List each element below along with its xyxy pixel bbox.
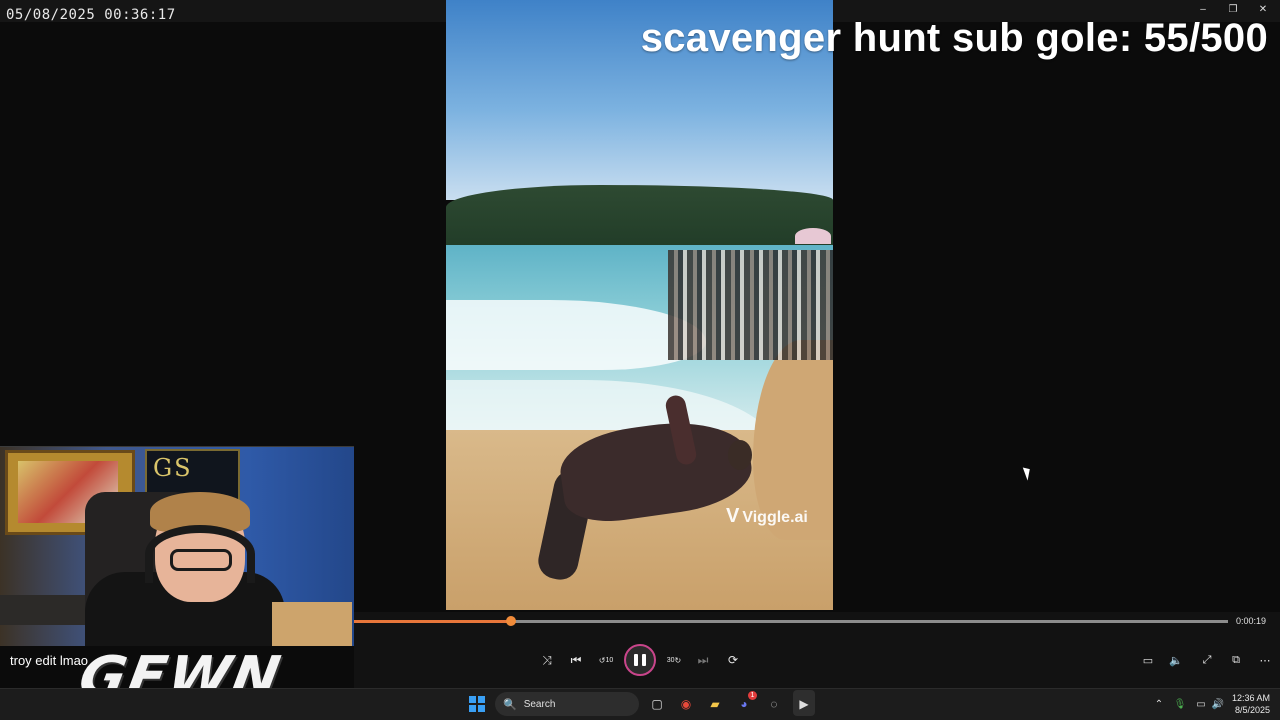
restore-button[interactable]: ❐ xyxy=(1226,3,1240,17)
webcam-poster-text: GS xyxy=(153,454,193,482)
video-watermark: V Viggle.ai xyxy=(726,505,808,528)
watermark-text: Viggle.ai xyxy=(742,509,808,526)
shuffle-icon[interactable]: ⤨ xyxy=(537,650,557,670)
fullscreen-icon[interactable]: ⤢ xyxy=(1198,652,1216,668)
video-frame[interactable]: V Viggle.ai xyxy=(446,0,833,610)
video-crowd xyxy=(668,250,833,360)
volume-icon[interactable]: 🔈 xyxy=(1167,652,1185,668)
taskbar-clock[interactable]: 12:36 AM 8/5/2025 xyxy=(1228,692,1270,716)
seek-bar-progress xyxy=(354,620,512,623)
webcam-shelf xyxy=(0,595,90,625)
forward-label: 30 xyxy=(666,656,675,664)
video-umbrella xyxy=(795,228,831,244)
glasses-icon xyxy=(170,549,232,571)
media-player-icon[interactable]: ▶ xyxy=(794,694,814,714)
previous-icon[interactable]: ⏮ xyxy=(566,650,586,670)
webcam-feed: GS xyxy=(0,446,354,646)
forward-30-icon[interactable]: 30 ↻ xyxy=(664,650,684,670)
clock-date: 8/5/2025 xyxy=(1234,705,1270,715)
search-input[interactable] xyxy=(523,698,614,710)
taskbar xyxy=(0,688,1280,720)
task-view-icon[interactable]: ▢ xyxy=(647,694,667,714)
mouse-cursor xyxy=(1022,465,1034,481)
viggle-logo-icon: V xyxy=(726,505,740,527)
chrome-icon[interactable]: ◉ xyxy=(676,694,696,714)
recording-timestamp: 05/08/2025 00:36:17 xyxy=(6,7,176,23)
rewind-10-icon[interactable]: ↺ 10 xyxy=(596,650,616,670)
clock-time: 12:36 AM xyxy=(1231,693,1270,703)
stream-caption: troy edit lmao xyxy=(10,653,89,668)
minimize-button[interactable]: – xyxy=(1196,3,1210,17)
time-remaining: 0:00:19 xyxy=(1236,616,1267,626)
video-person xyxy=(728,440,752,470)
pause-icon xyxy=(634,654,638,666)
next-icon[interactable]: ⏭ xyxy=(693,650,713,670)
webcam-box xyxy=(272,602,352,646)
more-icon[interactable]: ⋯ xyxy=(1256,652,1274,668)
chevron-up-icon[interactable]: ⌃ xyxy=(1149,694,1169,714)
discord-icon[interactable]: ◕ 1 xyxy=(734,691,757,714)
windows-start-icon[interactable] xyxy=(469,696,485,712)
close-button[interactable]: ✕ xyxy=(1256,3,1270,17)
notification-badge: 1 xyxy=(748,691,757,700)
subtitles-icon[interactable]: ▭ xyxy=(1139,652,1157,668)
pause-button[interactable] xyxy=(624,644,656,676)
microphone-icon[interactable]: 🎙 xyxy=(1170,694,1190,714)
sub-goal-overlay: scavenger hunt sub gole: 55/500 xyxy=(640,16,1268,60)
speaker-icon[interactable]: 🔊 xyxy=(1208,694,1228,714)
miniplayer-icon[interactable]: ⧉ xyxy=(1227,652,1245,668)
app-notification-icon[interactable]: ◌ xyxy=(764,694,784,714)
taskbar-search[interactable]: 🔍 xyxy=(495,692,639,716)
search-icon: 🔍 xyxy=(503,698,517,711)
file-explorer-icon[interactable]: ▰ xyxy=(705,694,725,714)
media-controls-bar xyxy=(354,612,1280,688)
repeat-off-icon[interactable]: ⟳ xyxy=(723,650,743,670)
rewind-label: 10 xyxy=(605,656,614,664)
